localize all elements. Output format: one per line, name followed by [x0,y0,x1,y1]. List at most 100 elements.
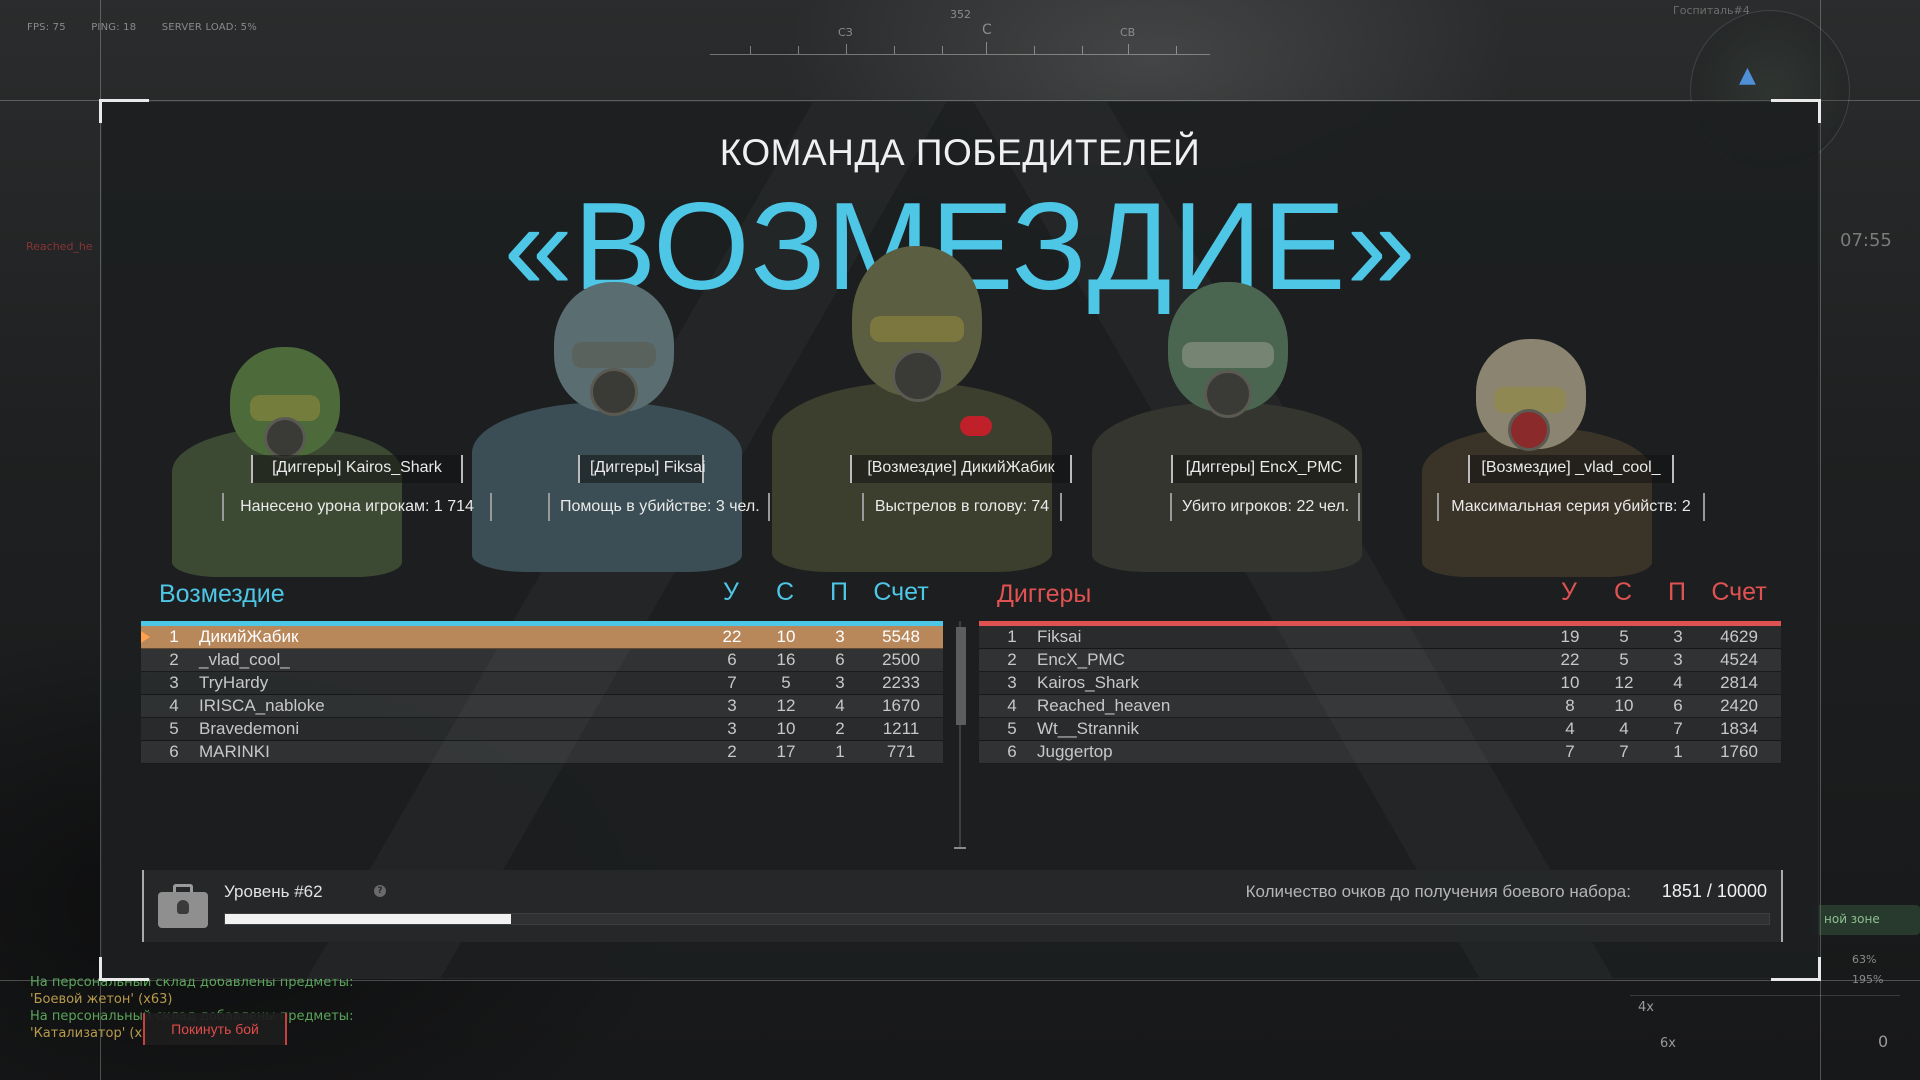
player-deaths: 10 [776,719,796,738]
player-name: EncX_PMC [1037,650,1125,669]
player-score: 2233 [882,673,920,692]
scoreboard-scrollbar[interactable] [954,621,966,851]
highlight-player-stat: Помощь в убийстве: 3 чел. [548,493,770,521]
soldier-portrait [1082,272,1372,572]
table-row[interactable]: 1 ДикийЖабик 22 10 3 5548 [141,626,943,649]
level-label: Уровень #62 [224,882,323,901]
player-assists: 4 [835,696,845,715]
column-kills: У [1561,578,1577,606]
player-kills: 22 [722,627,742,646]
player-kills: 3 [727,719,737,738]
player-deaths: 4 [1619,719,1629,738]
table-row[interactable]: 6 MARINKI 2 17 1 771 [141,741,943,764]
player-deaths: 16 [776,650,796,669]
scrollbar-thumb[interactable] [956,627,966,725]
player-assists: 7 [1673,719,1683,738]
team-name: Возмездие [159,580,285,608]
compass: 352 СЗ С СВ [710,8,1210,58]
table-row[interactable]: 4 Reached_heaven 8 10 6 2420 [979,695,1781,718]
player-rank: 5 [169,719,179,738]
player-kills: 19 [1560,627,1580,646]
scoreboard-winners: Возмездие У С П Счет 1 ДикийЖабик 22 10 3 554… [141,576,943,764]
table-row[interactable]: 2 EncX_PMC 22 5 3 4524 [979,649,1781,672]
player-deaths: 12 [1614,673,1634,692]
player-rank: 1 [169,627,179,646]
player-score: 4524 [1720,650,1758,669]
info-icon[interactable]: ? [374,885,386,897]
player-assists: 1 [835,742,845,761]
highlight-player-name: [Диггеры] EncX_PMC [1171,455,1357,483]
player-assists: 1 [1673,742,1683,761]
weapon-panel: 4x 6x 0 [1630,995,1900,1055]
scope-zoom: 6x [1660,1036,1676,1051]
table-row[interactable]: 1 Fiksai 19 5 3 4629 [979,626,1781,649]
player-deaths: 5 [781,673,791,692]
scoreboard-rows: 1 ДикийЖабик 22 10 3 5548 2 _vlad_cool_ 6 16 6 2500… [141,626,943,764]
scoreboard-header: Возмездие У С П Счет [141,576,943,620]
column-assists: П [830,578,848,606]
player-kills: 7 [1565,742,1575,761]
player-name: Kairos_Shark [1037,673,1140,692]
ping-readout: PING: 18 [91,22,137,33]
kill-feed-entry: Reached_he [26,240,93,253]
soldier-portrait [462,272,752,572]
player-rank: 6 [1007,742,1017,761]
player-score: 1760 [1720,742,1758,761]
player-deaths: 5 [1619,627,1629,646]
player-name: Fiksai [1037,627,1082,646]
compass-label: С [982,22,992,38]
player-assists: 3 [1673,627,1683,646]
table-row[interactable]: 6 Juggertop 7 7 1 1760 [979,741,1781,764]
highlight-player-stat: Максимальная серия убийств: 2 [1437,493,1705,521]
points-label: Количество очков до получения боевого на… [1245,882,1631,901]
player-rank: 5 [1007,719,1017,738]
player-rank: 4 [1007,696,1017,715]
player-assists: 6 [1673,696,1683,715]
performance-stats: FPS: 75 PING: 18 SERVER LOAD: 5% [27,22,279,33]
player-name: _vlad_cool_ [199,650,290,669]
player-deaths: 10 [776,627,796,646]
match-results-panel: КОМАНДА ПОБЕДИТЕЛЕЙ «ВОЗМЕЗДИЕ» [Диггеры… [99,99,1821,981]
table-row[interactable]: 3 Kairos_Shark 10 12 4 2814 [979,672,1781,695]
compass-bar [710,54,1210,55]
player-rank: 2 [169,650,179,669]
player-deaths: 17 [776,742,796,761]
panel-corner [1771,957,1821,981]
battle-kit-case-icon [158,884,208,930]
leave-match-button[interactable]: Покинуть бой [143,1013,287,1045]
fps-readout: FPS: 75 [27,22,66,33]
column-score: Счет [1711,578,1767,606]
level-progress-bar [224,913,1770,925]
table-row[interactable]: 5 Wt__Strannik 4 4 7 1834 [979,718,1781,741]
player-score: 2500 [882,650,920,669]
compass-heading: 352 [950,8,971,21]
panel-corner [99,99,149,123]
player-assists: 2 [835,719,845,738]
player-kills: 2 [727,742,737,761]
highlight-player-name: [Диггеры] Kairos_Shark [251,455,463,483]
column-kills: У [723,578,739,606]
highlight-player-name: [Диггеры] Fiksai [578,455,706,483]
table-row[interactable]: 2 _vlad_cool_ 6 16 6 2500 [141,649,943,672]
player-assists: 4 [1673,673,1683,692]
player-deaths: 7 [1619,742,1629,761]
table-row[interactable]: 3 TryHardy 7 5 3 2233 [141,672,943,695]
player-rank: 6 [169,742,179,761]
player-assists: 3 [1673,650,1683,669]
player-name: IRISCA_nabloke [199,696,325,715]
player-name: Wt__Strannik [1037,719,1140,738]
player-name: ДикийЖабик [199,627,299,646]
player-score: 1211 [882,719,920,738]
highlight-player-stat: Выстрелов в голову: 74 [862,493,1062,521]
player-score: 5548 [882,627,920,646]
player-name: Juggertop [1037,742,1113,761]
player-assists: 3 [835,627,845,646]
server-load-readout: SERVER LOAD: 5% [161,22,257,33]
table-row[interactable]: 4 IRISCA_nabloke 3 12 4 1670 [141,695,943,718]
panel-corner [99,957,149,981]
player-rank: 1 [1007,627,1017,646]
table-row[interactable]: 5 Bravedemoni 3 10 2 1211 [141,718,943,741]
player-name: MARINKI [199,742,270,761]
player-kills: 8 [1565,696,1575,715]
highlight-player-name: [Возмездие] _vlad_cool_ [1468,455,1674,483]
